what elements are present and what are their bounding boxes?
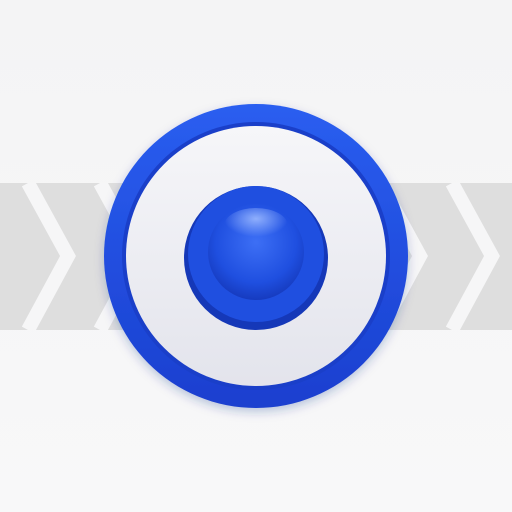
app-icon-canvas	[0, 0, 512, 512]
record-button-icon	[104, 104, 408, 408]
dot-highlight	[224, 208, 288, 244]
